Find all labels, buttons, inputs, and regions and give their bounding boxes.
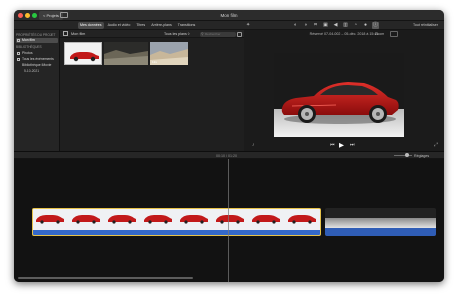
- viewer-zoom-label: Zoom: [375, 32, 385, 36]
- tab-titles[interactable]: Titres: [134, 22, 147, 29]
- play-icon[interactable]: ▶: [339, 141, 344, 149]
- browser-settings-icon[interactable]: [237, 31, 242, 37]
- libraries-section-heading: BIBLIOTHÈQUES: [16, 45, 42, 49]
- title-bar: < Projets Mon film: [14, 10, 444, 21]
- photos-icon: [17, 52, 20, 55]
- search-input[interactable]: [200, 31, 236, 37]
- crop-icon[interactable]: ⌗: [312, 22, 319, 29]
- timeline-zoom-slider[interactable]: [394, 155, 412, 156]
- clip-info-icon[interactable]: ⓘ: [372, 22, 379, 29]
- sidebar-item-event-date[interactable]: 5-10-2021: [24, 69, 39, 73]
- timeline-clip-landscape[interactable]: [325, 208, 436, 236]
- sidebar-toggle-icon[interactable]: [63, 31, 68, 36]
- clip-filter-select[interactable]: Tous les plans ◊: [164, 30, 190, 38]
- video-frame[interactable]: [274, 53, 404, 137]
- viewer: Réservé 07-04-002 – 05-déc. 2018 à 15:41…: [244, 30, 444, 151]
- reset-all-button[interactable]: Tout réinitialiser: [413, 22, 438, 29]
- sidebar-item-label: Tous les événements: [22, 57, 54, 61]
- media-browser: 12s: [60, 38, 244, 151]
- sidebar-item-project[interactable]: Mon film: [16, 38, 58, 43]
- tab-my-media[interactable]: Mes données: [78, 22, 104, 29]
- timeline-clip-red-car[interactable]: [32, 208, 321, 236]
- audio-waveform: [33, 230, 320, 235]
- color-correction-icon[interactable]: ◑: [302, 22, 309, 29]
- browser-header: Mon film Tous les plans ◊ ⚲: [60, 30, 244, 38]
- fullscreen-icon[interactable]: ⤢: [434, 142, 438, 148]
- toolbar: Mes données Audio et vidéo Titres Arrièr…: [14, 21, 444, 30]
- tab-audio-video[interactable]: Audio et vidéo: [106, 22, 133, 29]
- playhead[interactable]: [228, 159, 229, 282]
- search-icon: ⚲: [201, 32, 204, 36]
- film-icon: [17, 39, 20, 42]
- events-icon: [17, 58, 20, 61]
- stabilization-icon[interactable]: ▣: [322, 22, 329, 29]
- libraries-sidebar: PROPRIÉTÉS DU PROJET Mon film BIBLIOTHÈQ…: [14, 30, 60, 151]
- noise-reduction-icon[interactable]: ▥: [342, 22, 349, 29]
- filter-icon[interactable]: ●: [362, 22, 369, 29]
- clip-thumbnail: [65, 43, 101, 64]
- skip-forward-icon[interactable]: ⏭: [350, 142, 355, 148]
- browser-title: Mon film: [71, 32, 86, 36]
- color-balance-icon[interactable]: ◐: [292, 22, 299, 29]
- imovie-window: < Projets Mon film Mes données Audio et …: [14, 10, 444, 282]
- project-section-heading: PROPRIÉTÉS DU PROJET: [16, 33, 56, 37]
- timeline-scrollbar[interactable]: [18, 277, 193, 279]
- sidebar-item-label: Photos: [22, 51, 33, 55]
- browser-clip-desert[interactable]: 12s: [150, 42, 188, 65]
- timeline: [14, 159, 444, 282]
- window-title: Mon film: [220, 13, 238, 18]
- sidebar-item-library[interactable]: Bibliothèque iMovie: [16, 63, 58, 68]
- viewer-clip-info: Réservé 07-04-002 – 05-déc. 2018 à 15:41: [309, 32, 379, 36]
- sidebar-item-label: Bibliothèque iMovie: [22, 63, 52, 67]
- clip-filmstrip: [325, 208, 436, 218]
- clip-filmstrip-ground: [325, 218, 436, 228]
- sidebar-item-photos[interactable]: Photos: [16, 51, 58, 56]
- tab-transitions[interactable]: Transitions: [176, 22, 197, 29]
- browser-clip-landscape[interactable]: [104, 42, 148, 65]
- timeline-zoom-knob[interactable]: [405, 153, 409, 157]
- clip-duration-label: 12s: [152, 60, 157, 64]
- viewer-zoom-field[interactable]: [390, 31, 398, 37]
- sidebar-item-label: Mon film: [22, 38, 35, 42]
- media-tabs: Mes données Audio et vidéo Titres Arrièr…: [78, 22, 197, 29]
- adjustment-tools: ◐ ◑ ⌗ ▣ ◀ ▥ ◔ ● ⓘ: [292, 22, 379, 29]
- skip-back-icon[interactable]: ⏮: [330, 142, 335, 148]
- playback-controls: ♪ ⏮ ▶ ⏭ ⤢: [244, 141, 444, 151]
- timeline-header: 00:10 / 01:20 Réglages: [14, 151, 444, 159]
- red-sports-car-image: [274, 53, 404, 137]
- sidebar-item-all-events[interactable]: Tous les événements: [16, 57, 58, 62]
- clip-filmstrip: [33, 209, 320, 230]
- tab-backgrounds[interactable]: Arrière-plans: [149, 22, 174, 29]
- enhance-wand-icon[interactable]: ✦: [246, 22, 250, 29]
- audio-waveform: [325, 228, 436, 236]
- microphone-icon[interactable]: ♪: [252, 142, 255, 148]
- volume-icon[interactable]: ◀: [332, 22, 339, 29]
- speed-icon[interactable]: ◔: [352, 22, 359, 29]
- clip-thumbnail: [104, 42, 148, 65]
- browser-clip-red-car[interactable]: [64, 42, 102, 65]
